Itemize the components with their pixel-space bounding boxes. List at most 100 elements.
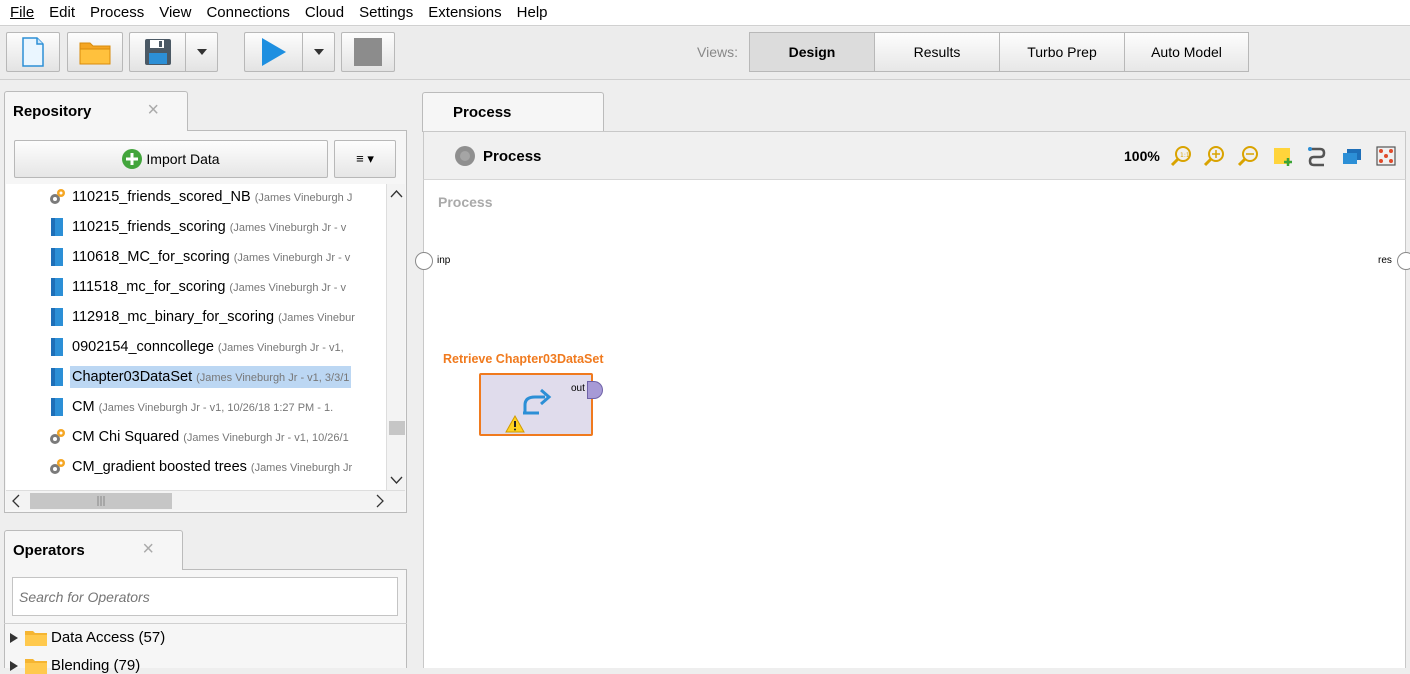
repository-entry[interactable]: 0902154_conncollege (James Vineburgh Jr -… xyxy=(6,333,386,361)
view-tab-results[interactable]: Results xyxy=(874,32,1000,72)
menu-bar: File Edit Process View Connections Cloud… xyxy=(0,0,1410,26)
entry-meta: (James Vineburgh Jr - v1, 10/26/18 1:27 … xyxy=(98,402,334,414)
menu-cloud[interactable]: Cloud xyxy=(305,4,344,21)
auto-arrange-icon[interactable] xyxy=(1375,145,1397,167)
repository-entry-name: 110215_friends_scored_NB (James Vineburgh… xyxy=(72,189,352,205)
entry-label: 111518_mc_for_scoring xyxy=(72,279,226,295)
operator-group-blending[interactable]: Blending (79) xyxy=(10,657,140,674)
process-header: Process 100% 1:1 xyxy=(423,131,1406,180)
zoom-out-icon[interactable] xyxy=(1237,145,1259,167)
scroll-right-icon[interactable] xyxy=(370,491,390,511)
operator-group-label: Blending (79) xyxy=(51,657,141,674)
run-options-dropdown[interactable] xyxy=(302,32,335,72)
result-port-label: res xyxy=(1378,255,1392,266)
new-document-icon xyxy=(22,37,44,67)
save-process-button[interactable] xyxy=(129,32,185,72)
entry-label: 0902154_conncollege xyxy=(72,339,214,355)
zoom-reset-icon[interactable]: 1:1 xyxy=(1170,145,1192,167)
operator-title[interactable]: Retrieve Chapter03DataSet xyxy=(443,352,604,366)
process-tab-label: Process xyxy=(453,104,512,121)
data-table-icon xyxy=(51,218,63,236)
layers-icon[interactable] xyxy=(1341,145,1363,167)
scroll-down-icon[interactable] xyxy=(387,470,406,490)
repository-entry-name: 110215_friends_scoring (James Vineburgh J… xyxy=(72,219,346,235)
process-gear-icon xyxy=(50,189,65,204)
result-port[interactable] xyxy=(1397,252,1410,270)
stop-process-button[interactable] xyxy=(341,32,395,72)
repository-entry-name: Chapter03DataSet (James Vineburgh Jr - v1… xyxy=(70,366,352,388)
entry-meta: (James Vineburgh Jr - v1, xyxy=(217,342,344,354)
caret-down-icon xyxy=(313,49,324,55)
input-port[interactable] xyxy=(415,252,433,270)
expand-triangle-icon[interactable] xyxy=(10,632,18,643)
repository-vertical-scrollbar[interactable] xyxy=(386,184,405,490)
data-table-icon xyxy=(51,278,63,296)
menu-edit[interactable]: Edit xyxy=(49,4,75,21)
zoom-in-icon[interactable] xyxy=(1203,145,1225,167)
data-table-icon xyxy=(51,248,63,266)
save-disk-icon xyxy=(144,39,171,65)
grip-icon xyxy=(97,496,105,506)
view-tab-design[interactable]: Design xyxy=(749,32,875,72)
import-data-button[interactable]: Import Data xyxy=(14,140,328,178)
repository-entry-name: 0902154_conncollege (James Vineburgh Jr -… xyxy=(72,339,344,355)
menu-connections[interactable]: Connections xyxy=(206,4,289,21)
view-tab-label: Results xyxy=(913,44,961,60)
operator-group-data-access[interactable]: Data Access (57) xyxy=(10,629,165,646)
repository-entry[interactable]: CM (James Vineburgh Jr - v1, 10/26/18 1:2… xyxy=(6,393,386,421)
view-tab-turbo-prep[interactable]: Turbo Prep xyxy=(999,32,1125,72)
menu-file[interactable]: File xyxy=(10,4,34,21)
auto-wire-icon[interactable] xyxy=(1306,145,1328,167)
repository-horizontal-scrollbar[interactable] xyxy=(6,490,405,510)
input-port-label: inp xyxy=(437,255,451,266)
data-table-icon xyxy=(51,398,63,416)
add-note-icon[interactable] xyxy=(1272,145,1294,167)
entry-meta: (James Vinebur xyxy=(278,312,355,324)
save-options-dropdown[interactable] xyxy=(185,32,218,72)
close-icon[interactable]: × xyxy=(142,538,154,561)
scroll-thumb[interactable] xyxy=(389,421,405,435)
close-icon[interactable]: × xyxy=(147,99,159,122)
repository-entry[interactable]: Chapter03DataSet (James Vineburgh Jr - v1… xyxy=(6,363,386,391)
tab-repository[interactable]: Repository × xyxy=(4,91,188,131)
entry-meta: (James Vineburgh Jr - v xyxy=(229,222,347,234)
new-process-button[interactable] xyxy=(6,32,60,72)
entry-label: CM xyxy=(72,399,95,415)
entry-meta: (James Vineburgh Jr xyxy=(250,462,353,474)
menu-process[interactable]: Process xyxy=(90,4,144,21)
repository-tab-label: Repository xyxy=(13,103,92,120)
entry-meta: (James Vineburgh Jr - v1, 10/26/1 xyxy=(183,432,349,444)
view-tab-auto-model[interactable]: Auto Model xyxy=(1124,32,1249,72)
entry-label: 110618_MC_for_scoring xyxy=(72,249,230,265)
scroll-up-icon[interactable] xyxy=(387,184,406,204)
menu-extensions[interactable]: Extensions xyxy=(428,4,501,21)
operator-search-input[interactable] xyxy=(12,577,398,616)
process-gear-icon xyxy=(50,459,65,474)
repository-menu-button[interactable]: ≡ ▾ xyxy=(334,140,396,178)
folder-icon xyxy=(25,630,47,646)
repository-entry[interactable]: 112918_mc_binary_for_scoring (James Vineb… xyxy=(6,303,386,331)
menu-settings[interactable]: Settings xyxy=(359,4,413,21)
scroll-left-icon[interactable] xyxy=(6,491,26,511)
run-process-button[interactable] xyxy=(244,32,302,72)
repository-entry[interactable]: 110215_friends_scoring (James Vineburgh J… xyxy=(6,213,386,241)
repository-entry[interactable]: 110215_friends_scored_NB (James Vineburgh… xyxy=(6,184,386,211)
output-port-label: out xyxy=(571,383,585,394)
menu-view[interactable]: View xyxy=(159,4,191,21)
repository-entry[interactable]: CM Chi Squared (James Vineburgh Jr - v1, … xyxy=(6,423,386,451)
operators-tab-label: Operators xyxy=(13,542,85,559)
warning-icon xyxy=(505,415,525,433)
tab-operators[interactable]: Operators × xyxy=(4,530,183,570)
menu-help[interactable]: Help xyxy=(517,4,548,21)
repository-entry[interactable]: CM_gradient boosted trees (James Vineburg… xyxy=(6,453,386,481)
repository-entry[interactable]: 110618_MC_for_scoring (James Vineburgh Jr… xyxy=(6,243,386,271)
menu-lines-icon: ≡ ▾ xyxy=(356,151,374,166)
entry-label: Chapter03DataSet xyxy=(72,369,193,385)
retrieve-operator[interactable]: out xyxy=(479,373,603,436)
expand-triangle-icon[interactable] xyxy=(10,660,18,671)
open-process-button[interactable] xyxy=(67,32,123,72)
entry-label: 110215_friends_scoring xyxy=(72,219,226,235)
repository-entry[interactable]: 111518_mc_for_scoring (James Vineburgh Jr… xyxy=(6,273,386,301)
tab-process[interactable]: Process xyxy=(422,92,604,132)
scroll-thumb[interactable] xyxy=(30,493,172,509)
